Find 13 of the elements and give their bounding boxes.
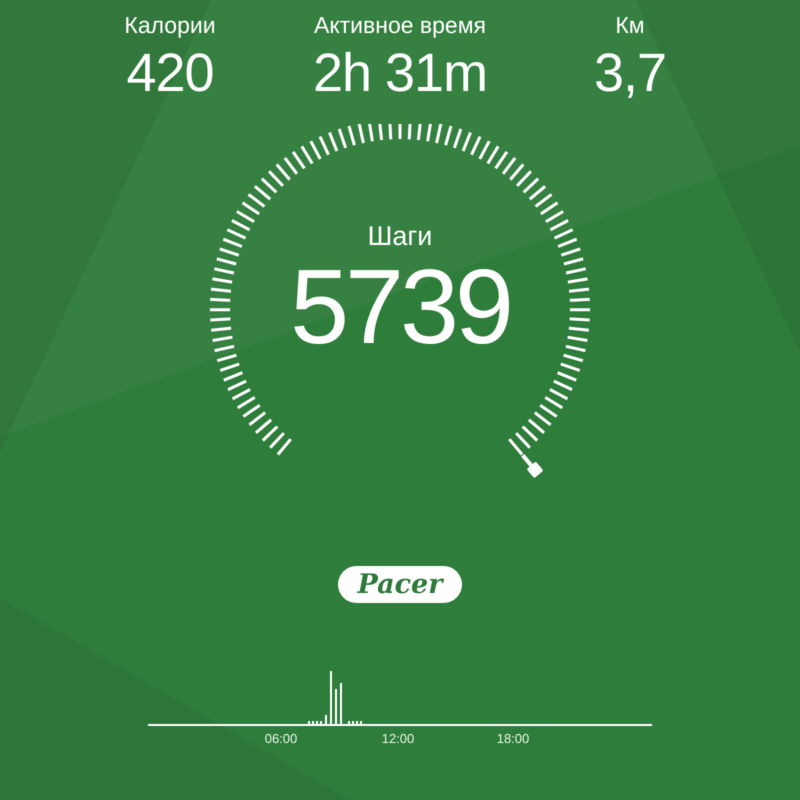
app-logo: Pacer [338, 566, 462, 603]
stat-label: Калории [124, 11, 216, 40]
stat-value: 3,7 [594, 42, 666, 105]
stat-value: 2h 31m [312, 42, 488, 105]
time-label: 18:00 [496, 731, 530, 746]
stat-label: Км [615, 11, 645, 40]
stat-label: Активное время [314, 11, 486, 40]
time-label: 06:00 [264, 731, 298, 746]
steps-count: 5739 [290, 252, 510, 362]
stat-value: 420 [126, 42, 214, 105]
gauge-handle-icon [521, 454, 544, 478]
steps-label: Шаги [368, 220, 432, 252]
time-label: 12:00 [382, 731, 414, 746]
